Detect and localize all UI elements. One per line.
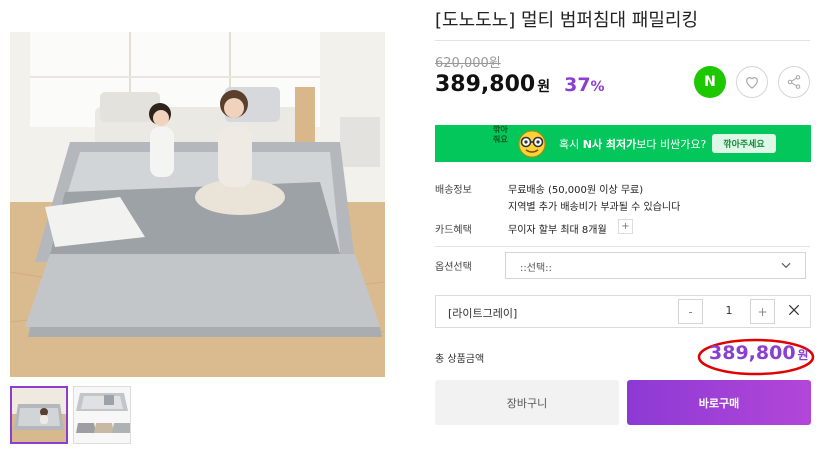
- selected-option-row: [라이트그레이] - 1 +: [435, 295, 811, 328]
- chevron-down-icon: [781, 262, 791, 269]
- option-select[interactable]: ::선택::: [505, 252, 806, 279]
- selected-option-name: [라이트그레이]: [448, 307, 518, 320]
- thumbnail-2[interactable]: [73, 386, 131, 444]
- discount-rate: 37: [564, 74, 591, 96]
- product-title: [도노도노] 멀티 범퍼침대 패밀리킹: [435, 10, 699, 31]
- sale-price: 389,800: [435, 72, 536, 97]
- total-price-label: 총 상품금액: [435, 354, 485, 365]
- total-price-row: 389,800 원: [709, 342, 809, 364]
- thumbnail-list: [10, 386, 131, 444]
- quantity-decrease-button[interactable]: -: [678, 299, 703, 324]
- shipping-note: 지역별 추가 배송비가 부과될 수 있습니다: [508, 202, 681, 213]
- nerd-face-icon: [518, 130, 546, 158]
- option-select-value: ::선택::: [520, 263, 552, 274]
- share-icon: [787, 75, 801, 89]
- thumbnail-1[interactable]: [10, 386, 68, 444]
- total-price-unit: 원: [797, 348, 809, 362]
- sale-price-unit: 원: [537, 79, 551, 95]
- card-benefit-value: 무이자 할부 최대 8개월: [508, 225, 607, 236]
- quantity-increase-button[interactable]: +: [750, 299, 775, 324]
- request-discount-button[interactable]: 깎아주세요: [712, 134, 776, 153]
- total-price: 389,800: [709, 342, 796, 364]
- heart-icon: [746, 77, 758, 89]
- original-price: 620,000원: [435, 56, 501, 71]
- banner-logo: 깎아 줘요: [493, 125, 508, 144]
- lowest-price-banner[interactable]: 깎아 줘요 혹시 N사 최저가보다 비싼가요? 깎아주세요: [435, 125, 811, 162]
- buy-now-button[interactable]: 바로구매: [627, 380, 811, 425]
- close-icon[interactable]: [786, 302, 802, 318]
- wishlist-button[interactable]: [736, 66, 768, 98]
- divider: [435, 40, 810, 41]
- divider: [435, 246, 810, 247]
- card-benefit-label: 카드혜택: [435, 225, 472, 236]
- share-button[interactable]: [778, 66, 810, 98]
- discount-unit: %: [590, 79, 605, 95]
- shipping-value: 무료배송 (50,000원 이상 무료): [508, 185, 644, 196]
- sale-price-row: 389,800 원 37 %: [435, 72, 605, 97]
- option-label: 옵션선택: [435, 262, 472, 273]
- card-benefit-more-button[interactable]: +: [618, 219, 633, 234]
- shipping-label: 배송정보: [435, 185, 472, 196]
- naver-badge-button[interactable]: N: [694, 66, 726, 98]
- product-main-image[interactable]: [10, 32, 385, 377]
- quantity-value[interactable]: 1: [714, 304, 744, 317]
- add-to-cart-button[interactable]: 장바구니: [435, 380, 619, 425]
- banner-text: 혹시 N사 최저가보다 비싼가요?: [559, 138, 707, 151]
